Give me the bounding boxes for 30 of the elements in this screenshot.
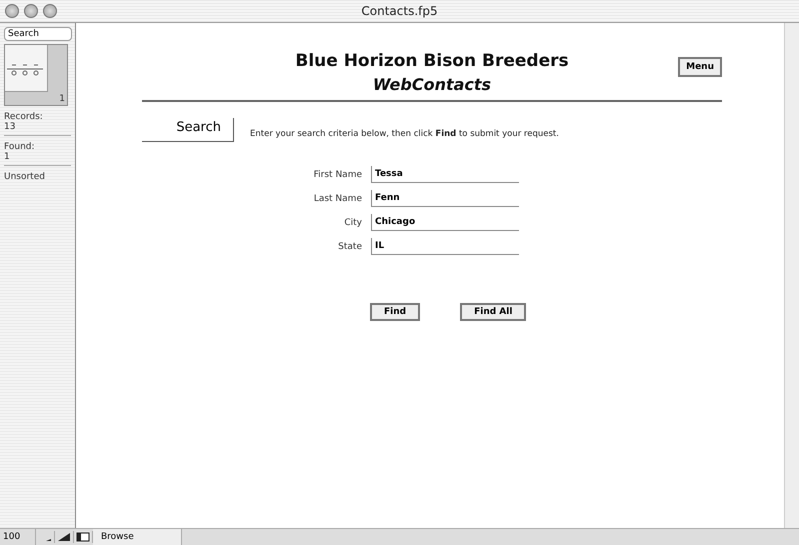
layout-icon[interactable] (74, 531, 93, 543)
close-button[interactable] (5, 4, 19, 18)
zoom-level[interactable]: 100 (0, 529, 36, 545)
input-field[interactable]: Fenn (371, 190, 519, 207)
instruction-text: Enter your search criteria below, then click Find to submit your request. (250, 129, 559, 139)
records-label: Records: (4, 112, 44, 122)
input-field[interactable]: IL (371, 238, 519, 255)
company-title: Blue Horizon Bison Breeders (295, 51, 569, 71)
field-label: First Name (312, 170, 362, 180)
field-label: City (343, 218, 362, 228)
mode-button[interactable]: Search (4, 27, 72, 41)
find-button[interactable]: Find (370, 303, 420, 321)
field-label: Last Name (312, 194, 362, 204)
input-field[interactable]: Tessa (371, 166, 519, 183)
book-panel[interactable]: 1 (4, 44, 68, 106)
find-button[interactable]: Find All (460, 303, 526, 321)
page-number: 1 (59, 94, 66, 105)
found-count: 1 (4, 152, 11, 162)
sort-status: Unsorted (4, 172, 46, 182)
field-label: State (337, 242, 362, 252)
zoom-button[interactable] (43, 4, 57, 18)
found-label: Found: (4, 142, 36, 152)
section-label: Search (142, 118, 234, 142)
mode-indicator[interactable]: Browse (93, 529, 182, 545)
window-title: Contacts.fp5 (361, 4, 438, 18)
records-count: 13 (4, 122, 16, 132)
app-subtitle: WebContacts (372, 75, 492, 94)
minimize-button[interactable] (24, 4, 38, 18)
input-field[interactable]: Chicago (371, 214, 519, 231)
menu-button[interactable]: Menu (678, 57, 722, 77)
